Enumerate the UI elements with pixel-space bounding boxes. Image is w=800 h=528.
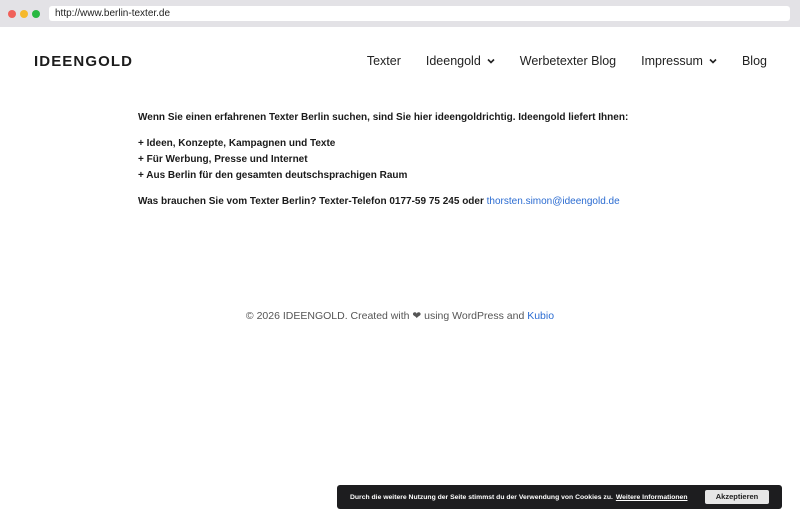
footer-text: © 2026 IDEENGOLD. Created with ❤ using W… bbox=[245, 310, 528, 322]
browser-chrome: http://www.berlin-texter.de bbox=[0, 0, 800, 27]
contact-line: Was brauchen Sie vom Texter Berlin? Text… bbox=[138, 194, 698, 210]
nav-item-texter[interactable]: Texter bbox=[367, 54, 401, 68]
list-item: + Aus Berlin für den gesamten deutschspr… bbox=[138, 170, 408, 181]
contact-text: Was brauchen Sie vom Texter Berlin? Text… bbox=[138, 196, 487, 207]
main-content: Wenn Sie einen erfahrenen Texter Berlin … bbox=[138, 110, 698, 220]
service-list: + Ideen, Konzepte, Kampagnen und Texte +… bbox=[138, 136, 698, 184]
nav-item-label: Impressum bbox=[641, 54, 703, 68]
nav-item-blog[interactable]: Blog bbox=[742, 54, 767, 68]
kubio-link[interactable]: Kubio bbox=[527, 310, 554, 322]
cookie-text: Durch die weitere Nutzung der Seite stim… bbox=[350, 493, 613, 501]
email-link[interactable]: thorsten.simon@ideengold.de bbox=[487, 196, 620, 207]
more-info-link[interactable]: Weitere Informationen bbox=[616, 494, 688, 501]
cookie-banner: Durch die weitere Nutzung der Seite stim… bbox=[337, 485, 782, 509]
site-footer: © 2026 IDEENGOLD. Created with ❤ using W… bbox=[0, 310, 800, 322]
nav-item-werbetexter-blog[interactable]: Werbetexter Blog bbox=[520, 54, 616, 68]
accept-cookies-button[interactable]: Akzeptieren bbox=[705, 490, 769, 504]
list-item: + Ideen, Konzepte, Kampagnen und Texte bbox=[138, 138, 336, 149]
address-bar[interactable]: http://www.berlin-texter.de bbox=[49, 6, 790, 21]
site-logo[interactable]: IDEENGOLD bbox=[34, 53, 133, 70]
chevron-down-icon bbox=[487, 57, 495, 65]
nav-item-label: Blog bbox=[741, 54, 767, 68]
minimize-window-icon[interactable] bbox=[20, 10, 28, 18]
nav-item-impressum[interactable]: Impressum bbox=[641, 54, 717, 68]
nav-item-label: Werbetexter Blog bbox=[519, 54, 617, 68]
nav-item-label: Ideengold bbox=[425, 54, 481, 68]
chevron-down-icon bbox=[709, 57, 717, 65]
main-nav: Texter Ideengold Werbetexter Blog Impres… bbox=[367, 54, 767, 68]
maximize-window-icon[interactable] bbox=[32, 10, 40, 18]
nav-item-label: Texter bbox=[366, 54, 401, 68]
intro-text: Wenn Sie einen erfahrenen Texter Berlin … bbox=[138, 112, 629, 123]
close-window-icon[interactable] bbox=[8, 10, 16, 18]
nav-item-ideengold[interactable]: Ideengold bbox=[426, 54, 495, 68]
list-item: + Für Werbung, Presse und Internet bbox=[138, 154, 308, 165]
